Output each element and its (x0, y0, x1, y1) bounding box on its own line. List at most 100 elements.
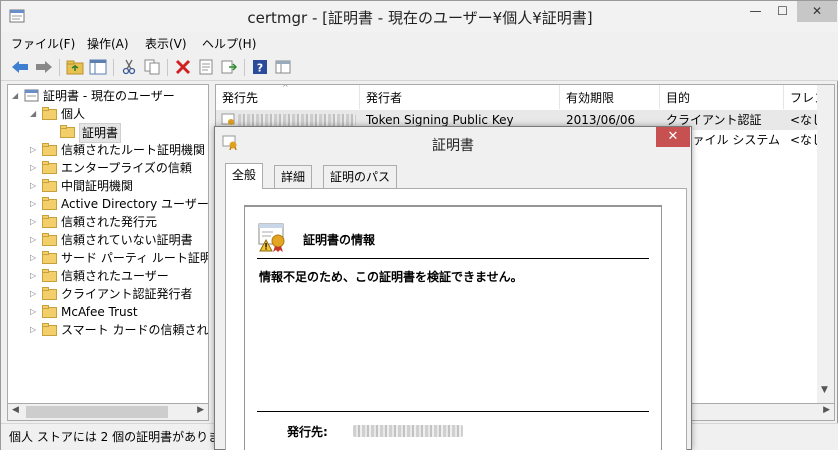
tree-item-label: 信頼されたルート証明機関 (61, 143, 206, 157)
expanded-icon[interactable]: ◢ (30, 105, 40, 123)
list-vertical-scrollbar[interactable]: ▼ (817, 85, 834, 420)
tree-item-label: 信頼されていない証明書 (61, 233, 193, 247)
menu-action[interactable]: 操作(A) (87, 35, 129, 52)
folder-icon (42, 215, 57, 228)
column-header-expiration[interactable]: 有効期限 (560, 85, 660, 109)
forward-arrow-icon[interactable] (34, 57, 54, 77)
copy-icon[interactable] (142, 57, 162, 77)
folder-icon (60, 125, 75, 138)
tab-general[interactable]: 全般 (225, 163, 264, 189)
scroll-thumb[interactable] (26, 406, 168, 418)
folder-icon (42, 269, 57, 282)
dialog-title-bar: 証明書 ✕ (215, 127, 691, 158)
collapsed-icon[interactable]: ▷ (30, 321, 40, 339)
collapsed-icon[interactable]: ▷ (30, 177, 40, 195)
folder-icon (42, 233, 57, 246)
toolbar: ? (1, 54, 838, 81)
properties-icon[interactable] (196, 57, 216, 77)
certificate-icon (221, 113, 235, 125)
toolbar-separator (167, 59, 168, 76)
expanded-icon[interactable]: ◢ (12, 87, 22, 105)
cut-icon[interactable] (119, 57, 139, 77)
column-label: 有効期限 (566, 91, 615, 105)
tree-item-label: スマート カードの信頼されたルー (61, 323, 209, 337)
tree-item-label: 中間証明機関 (61, 179, 134, 193)
certificate-validation-message: 情報不足のため、この証明書を検証できません。 (259, 270, 523, 284)
close-button[interactable]: ✕ (797, 1, 837, 22)
maximize-button[interactable]: ☐ (769, 1, 796, 22)
collapsed-icon[interactable]: ▷ (30, 213, 40, 231)
column-header-purpose[interactable]: 目的 (660, 85, 784, 109)
tree-item-label: 証明書 (79, 123, 122, 143)
column-label: 発行先 (222, 91, 259, 105)
scroll-down-icon[interactable]: ▼ (821, 385, 828, 395)
collapsed-icon[interactable]: ▷ (30, 303, 40, 321)
help-icon[interactable]: ? (250, 57, 270, 77)
title-bar: certmgr - [証明書 - 現在のユーザー¥個人¥証明書] — ☐ ✕ (1, 1, 838, 32)
tab-details[interactable]: 詳細 (274, 165, 313, 188)
menu-bar: ファイル(F) 操作(A) 表示(V) ヘルプ(H) (1, 32, 838, 54)
tree-item-label: サード パーティ ルート証明機関 (61, 251, 208, 265)
dialog-close-button[interactable]: ✕ (656, 127, 690, 147)
back-arrow-icon[interactable] (10, 57, 30, 77)
tree-item-label: エンタープライズの信頼 (61, 161, 192, 175)
tree-item-label: 信頼された発行元 (61, 215, 158, 229)
folder-icon (42, 197, 57, 210)
collapsed-icon[interactable]: ▷ (30, 267, 40, 285)
scroll-right-icon[interactable]: ▶ (823, 405, 830, 415)
delete-icon[interactable] (173, 57, 193, 77)
divider (257, 258, 649, 259)
issued-to-label: 発行先: (287, 425, 328, 439)
collapsed-icon[interactable]: ▷ (30, 231, 40, 249)
certificate-warning-icon (258, 223, 285, 252)
folder-icon (42, 305, 57, 318)
toolbar-separator (244, 59, 245, 76)
tree-item-label: Active Directory ユーザー オ (61, 197, 209, 211)
tree-pane[interactable]: ◢ 証明書 - 現在のユーザー ◢ 個人 証明書 ▷ 信頼されたルート証明機関 ▷ エンタープラ… (7, 84, 209, 421)
folder-icon (42, 179, 57, 192)
tree-item-label: McAfee Trust (61, 305, 138, 319)
folder-icon (42, 287, 57, 300)
svg-text:?: ? (257, 62, 263, 75)
scroll-left-icon[interactable]: ◀ (12, 405, 19, 415)
menu-help[interactable]: ヘルプ(H) (202, 35, 256, 52)
sort-arrow-icon: ^ (282, 84, 289, 92)
certificate-dialog: 証明書 ✕ 全般 詳細 証明のパス 証明書の情報 情報不足のため、この証明書を検… (214, 126, 692, 450)
folder-icon (42, 251, 57, 264)
collapsed-icon[interactable]: ▷ (30, 141, 40, 159)
minimize-button[interactable]: — (742, 1, 769, 22)
divider (257, 411, 649, 412)
toolbar-separator (113, 59, 114, 76)
collapsed-icon[interactable]: ▷ (30, 159, 40, 177)
tree-item-label: 信頼されたユーザー (61, 269, 169, 283)
show-hide-tree-icon[interactable] (88, 57, 108, 77)
menu-view[interactable]: 表示(V) (145, 35, 187, 52)
export-list-icon[interactable] (219, 57, 239, 77)
column-label: 目的 (666, 91, 691, 105)
redacted-issued-to-value (353, 425, 463, 437)
tree-item-label: クライアント認証発行者 (61, 287, 193, 301)
up-folder-icon[interactable] (65, 57, 85, 77)
column-label: 発行者 (366, 91, 403, 105)
folder-icon (42, 323, 57, 336)
column-header-issued-by[interactable]: 発行者 (360, 85, 560, 109)
collapsed-icon[interactable]: ▷ (30, 249, 40, 267)
view-icon[interactable] (273, 57, 293, 77)
scroll-right-icon[interactable]: ▶ (197, 405, 204, 415)
toolbar-separator (59, 59, 60, 76)
folder-icon (42, 107, 57, 120)
certificate-store-icon (24, 89, 39, 102)
tree-horizontal-scrollbar[interactable]: ◀ ▶ (7, 403, 209, 421)
dialog-title: 証明書 (432, 138, 474, 154)
collapsed-icon[interactable]: ▷ (30, 285, 40, 303)
status-text: 個人 ストアには 2 個の証明書があります。 (9, 430, 243, 444)
collapsed-icon[interactable]: ▷ (30, 195, 40, 213)
window-title: certmgr - [証明書 - 現在のユーザー¥個人¥証明書] (247, 9, 593, 27)
tree-item-label: 証明書 - 現在のユーザー (43, 89, 175, 103)
folder-icon (42, 143, 57, 156)
tab-certification-path[interactable]: 証明のパス (323, 165, 398, 188)
certificate-info-heading: 証明書の情報 (303, 233, 376, 247)
folder-icon (42, 161, 57, 174)
redacted-issued-to (238, 114, 356, 126)
menu-file[interactable]: ファイル(F) (11, 35, 75, 52)
